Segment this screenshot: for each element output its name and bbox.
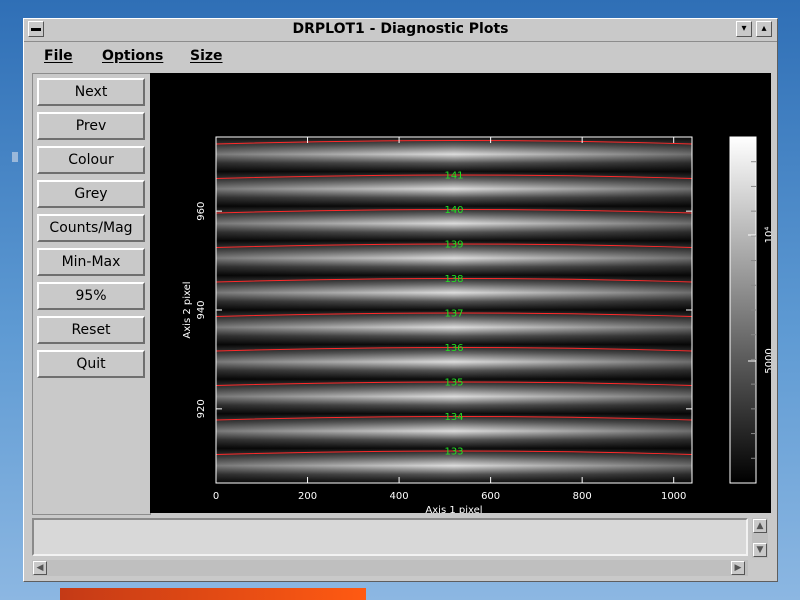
scroll-left-icon[interactable]: ◀ (33, 561, 47, 575)
desktop-taskbar-strip (60, 588, 366, 600)
menu-options[interactable]: Options (102, 48, 163, 64)
colorbar-tick-label: 10⁴ (764, 227, 771, 244)
counts-mag-button[interactable]: Counts/Mag (37, 214, 145, 242)
x-tick-label: 400 (390, 491, 409, 502)
scroll-up-icon[interactable]: ▲ (753, 519, 767, 533)
diagnostic-plots-window: DRPLOT1 - Diagnostic Plots ▾ ▴ File Opti… (23, 18, 778, 582)
quit-button[interactable]: Quit (37, 350, 145, 378)
desktop-icon (12, 152, 18, 162)
y-tick-label: 920 (196, 399, 207, 418)
reset-button[interactable]: Reset (37, 316, 145, 344)
prev-button[interactable]: Prev (37, 112, 145, 140)
trace-label: 133 (444, 447, 463, 458)
window-title: DRPLOT1 - Diagnostic Plots (292, 21, 509, 37)
trace-label: 139 (444, 240, 463, 251)
trace-label: 140 (444, 205, 463, 216)
trace-label: 137 (444, 309, 463, 320)
colorbar-tick-label: 5000 (764, 348, 771, 373)
grey-button[interactable]: Grey (37, 180, 145, 208)
percent-95-button[interactable]: 95% (37, 282, 145, 310)
title-bar[interactable]: DRPLOT1 - Diagnostic Plots ▾ ▴ (24, 19, 777, 42)
menu-file[interactable]: File (44, 48, 73, 64)
trace-label: 135 (444, 378, 463, 389)
min-max-button[interactable]: Min-Max (37, 248, 145, 276)
maximize-button[interactable]: ▴ (756, 21, 772, 37)
scroll-right-icon[interactable]: ▶ (731, 561, 745, 575)
horizontal-scrollbar[interactable]: ◀ ▶ (32, 560, 748, 576)
menu-size[interactable]: Size (190, 48, 223, 64)
colour-button[interactable]: Colour (37, 146, 145, 174)
minimize-button[interactable]: ▾ (736, 21, 752, 37)
x-axis-label: Axis 1 pixel (425, 505, 482, 513)
x-tick-label: 0 (213, 491, 219, 502)
y-tick-label: 940 (196, 300, 207, 319)
trace-label: 136 (444, 343, 463, 354)
x-tick-label: 200 (298, 491, 317, 502)
diagnostic-plot: 141 140 139 138 137 136 135 134 133 0 200 400 600 800… (182, 136, 771, 513)
scrollbar-corner (752, 560, 768, 576)
trace-label: 134 (444, 412, 463, 423)
trace-label: 141 (444, 171, 463, 182)
next-button[interactable]: Next (37, 78, 145, 106)
vertical-scrollbar[interactable]: ▲ ▼ (752, 518, 768, 558)
maximize-icon: ▴ (761, 23, 767, 34)
x-tick-label: 1000 (661, 491, 686, 502)
status-message-area (32, 518, 748, 556)
menu-bar: File Options Size (24, 42, 777, 70)
minimize-icon: ▾ (741, 23, 747, 34)
y-axis-label: Axis 2 pixel (182, 281, 193, 338)
plot-canvas[interactable]: 141 140 139 138 137 136 135 134 133 0 200 400 600 800… (150, 73, 771, 513)
x-tick-label: 800 (573, 491, 592, 502)
y-tick-label: 960 (196, 202, 207, 221)
control-panel: Next Prev Colour Grey Counts/Mag Min-Max… (32, 73, 151, 515)
trace-label: 138 (444, 274, 463, 285)
scroll-down-icon[interactable]: ▼ (753, 543, 767, 557)
x-tick-label: 600 (481, 491, 500, 502)
